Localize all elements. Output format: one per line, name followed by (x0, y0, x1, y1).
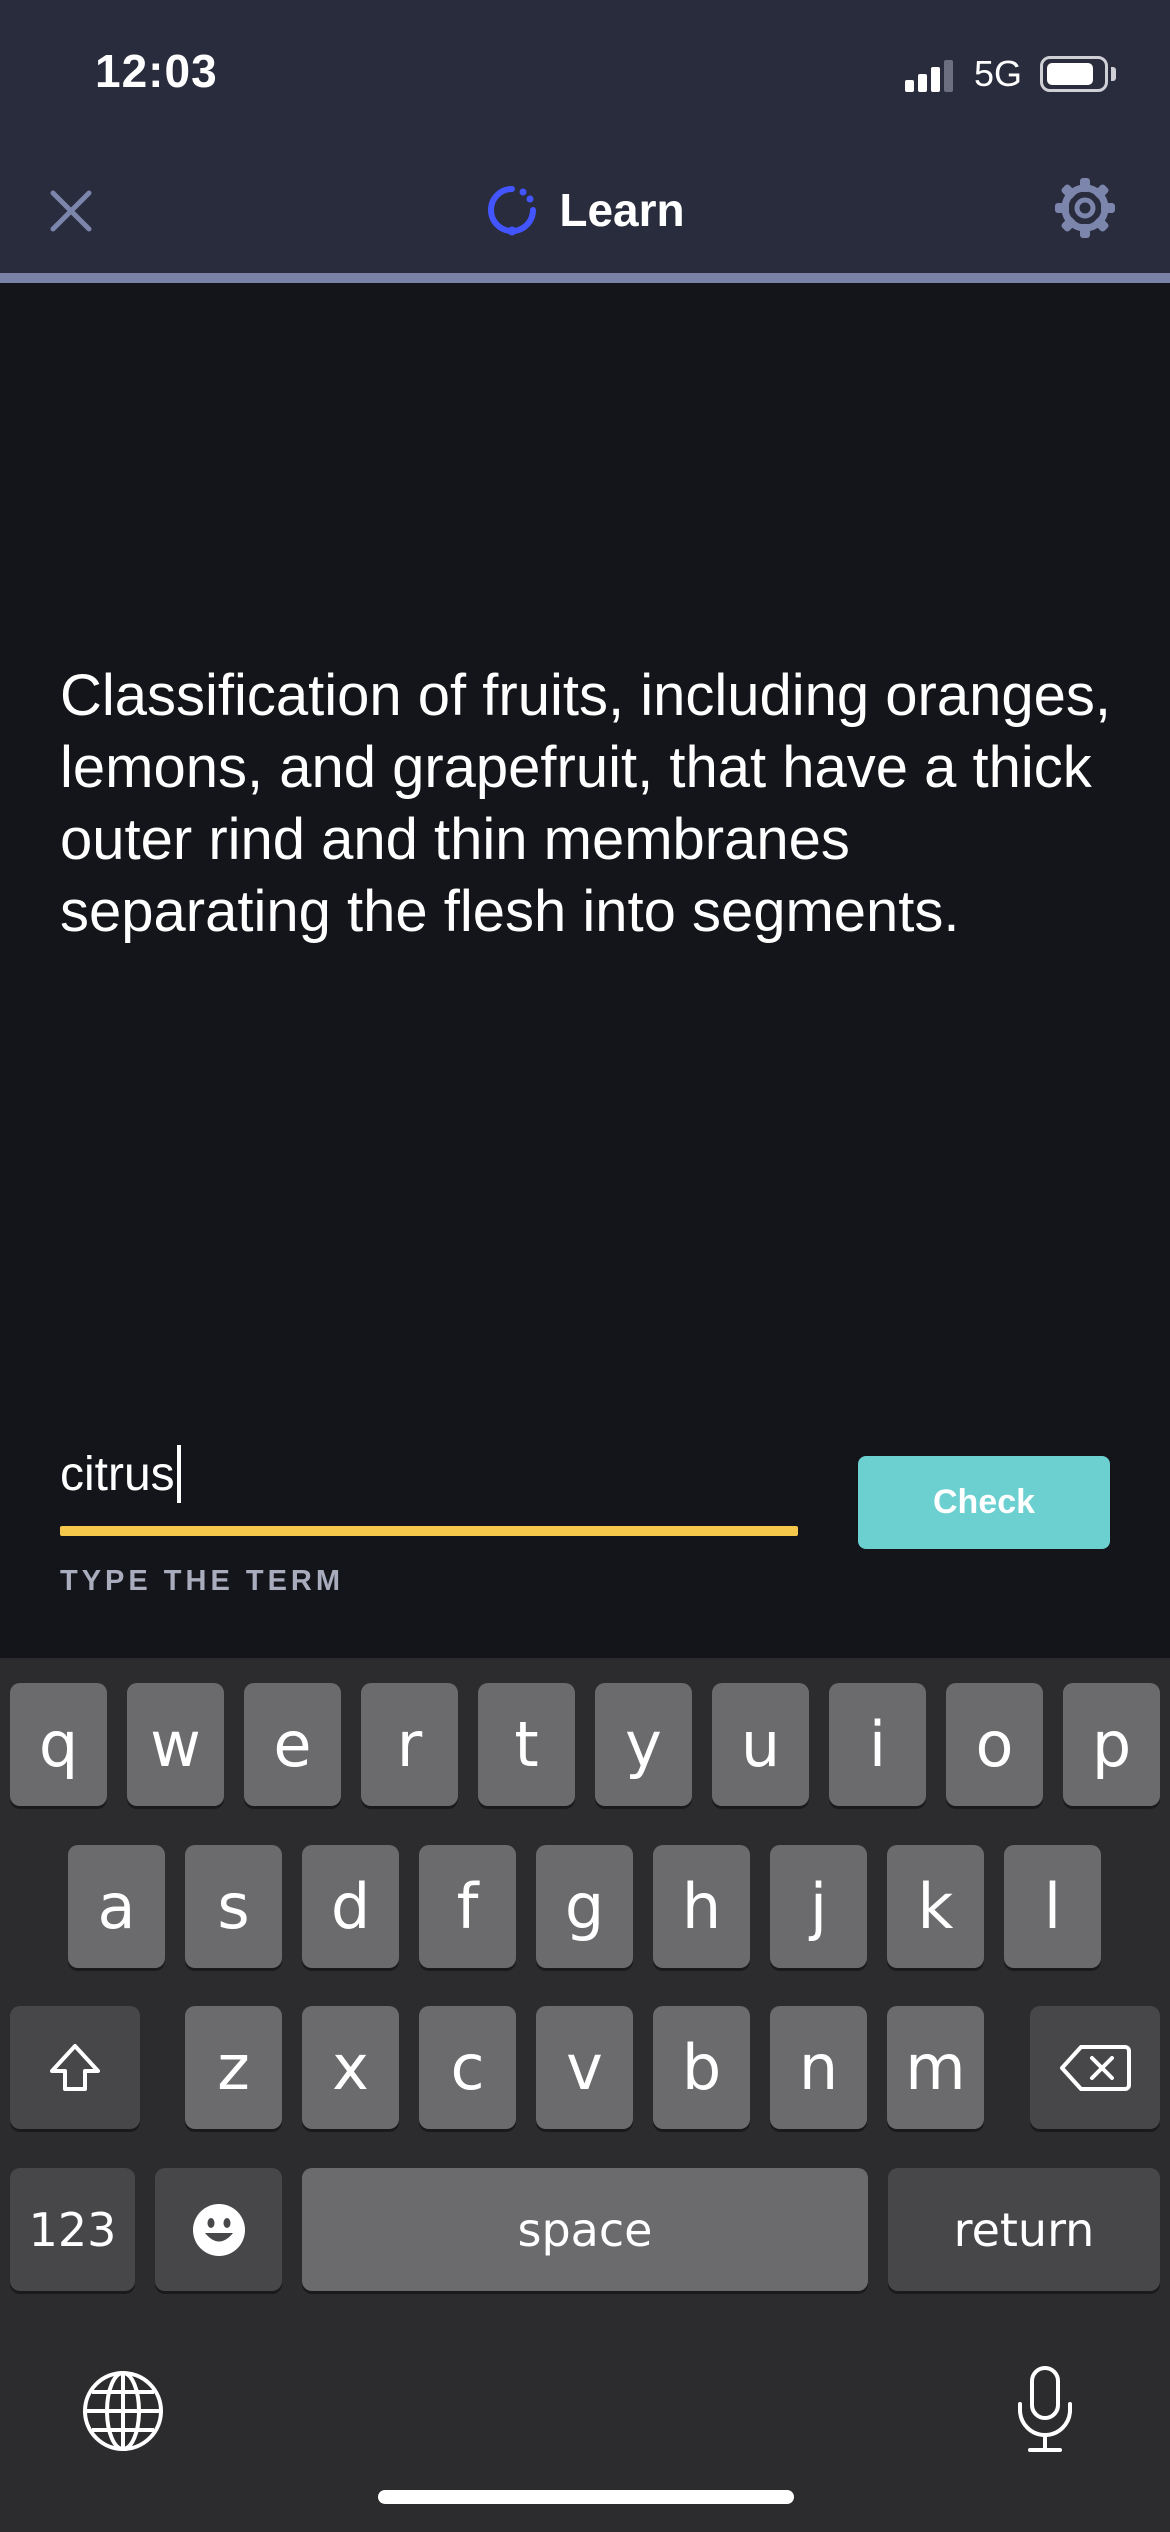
key-s[interactable]: s (185, 1845, 282, 1968)
key-o[interactable]: o (946, 1683, 1043, 1806)
text-caret (176, 1445, 181, 1503)
answer-hint: TYPE THE TERM (60, 1565, 345, 1597)
status-bar: 12:03 5G (0, 0, 1170, 150)
dictation-button[interactable] (1012, 2364, 1078, 2456)
key-x[interactable]: x (302, 2006, 399, 2129)
header: Learn (0, 150, 1170, 273)
home-indicator (378, 2490, 794, 2504)
title-wrap: Learn (0, 180, 1170, 240)
answer-value: citrus (60, 1447, 175, 1501)
delete-key[interactable] (1030, 2006, 1160, 2129)
key-i[interactable]: i (829, 1683, 926, 1806)
battery-cap (1111, 67, 1116, 81)
globe-icon (83, 2371, 163, 2451)
key-l[interactable]: l (1004, 1845, 1101, 1968)
emoji-icon (192, 2203, 245, 2256)
return-key[interactable]: return (888, 2168, 1160, 2291)
shift-icon (50, 2043, 100, 2091)
key-w[interactable]: w (127, 1683, 224, 1806)
key-u[interactable]: u (712, 1683, 809, 1806)
shift-key[interactable] (10, 2006, 140, 2129)
key-g[interactable]: g (536, 1845, 633, 1968)
space-key[interactable]: space (302, 2168, 868, 2291)
status-time: 12:03 (95, 45, 218, 97)
key-a[interactable]: a (68, 1845, 165, 1968)
key-t[interactable]: t (478, 1683, 575, 1806)
key-k[interactable]: k (887, 1845, 984, 1968)
key-j[interactable]: j (770, 1845, 867, 1968)
learn-mode-icon (488, 186, 537, 236)
key-p[interactable]: p (1063, 1683, 1160, 1806)
key-z[interactable]: z (185, 2006, 282, 2129)
settings-button[interactable] (1052, 175, 1118, 241)
key-n[interactable]: n (770, 2006, 867, 2129)
signal-icon (905, 58, 957, 92)
gear-icon (1055, 178, 1115, 238)
question-prompt: Classification of fruits, including oran… (60, 663, 1111, 944)
network-type: 5G (974, 53, 1023, 94)
globe-button[interactable] (80, 2368, 166, 2454)
page-title: Learn (559, 184, 685, 236)
answer-underline (60, 1526, 798, 1536)
key-c[interactable]: c (419, 2006, 516, 2129)
answer-input[interactable]: citrus (60, 1430, 798, 1540)
key-v[interactable]: v (536, 2006, 633, 2129)
key-e[interactable]: e (244, 1683, 341, 1806)
key-h[interactable]: h (653, 1845, 750, 1968)
key-m[interactable]: m (887, 2006, 984, 2129)
key-q[interactable]: q (10, 1683, 107, 1806)
key-f[interactable]: f (419, 1845, 516, 1968)
microphone-icon (1018, 2366, 1072, 2452)
key-r[interactable]: r (361, 1683, 458, 1806)
check-button[interactable]: Check (858, 1456, 1110, 1549)
battery-icon (1040, 56, 1108, 92)
delete-icon (1060, 2044, 1131, 2091)
key-y[interactable]: y (595, 1683, 692, 1806)
key-d[interactable]: d (302, 1845, 399, 1968)
progress-bar (0, 273, 1170, 283)
answer-text-wrap: citrus (60, 1445, 181, 1503)
emoji-key[interactable] (155, 2168, 282, 2291)
numbers-key[interactable]: 123 (10, 2168, 135, 2291)
key-b[interactable]: b (653, 2006, 750, 2129)
